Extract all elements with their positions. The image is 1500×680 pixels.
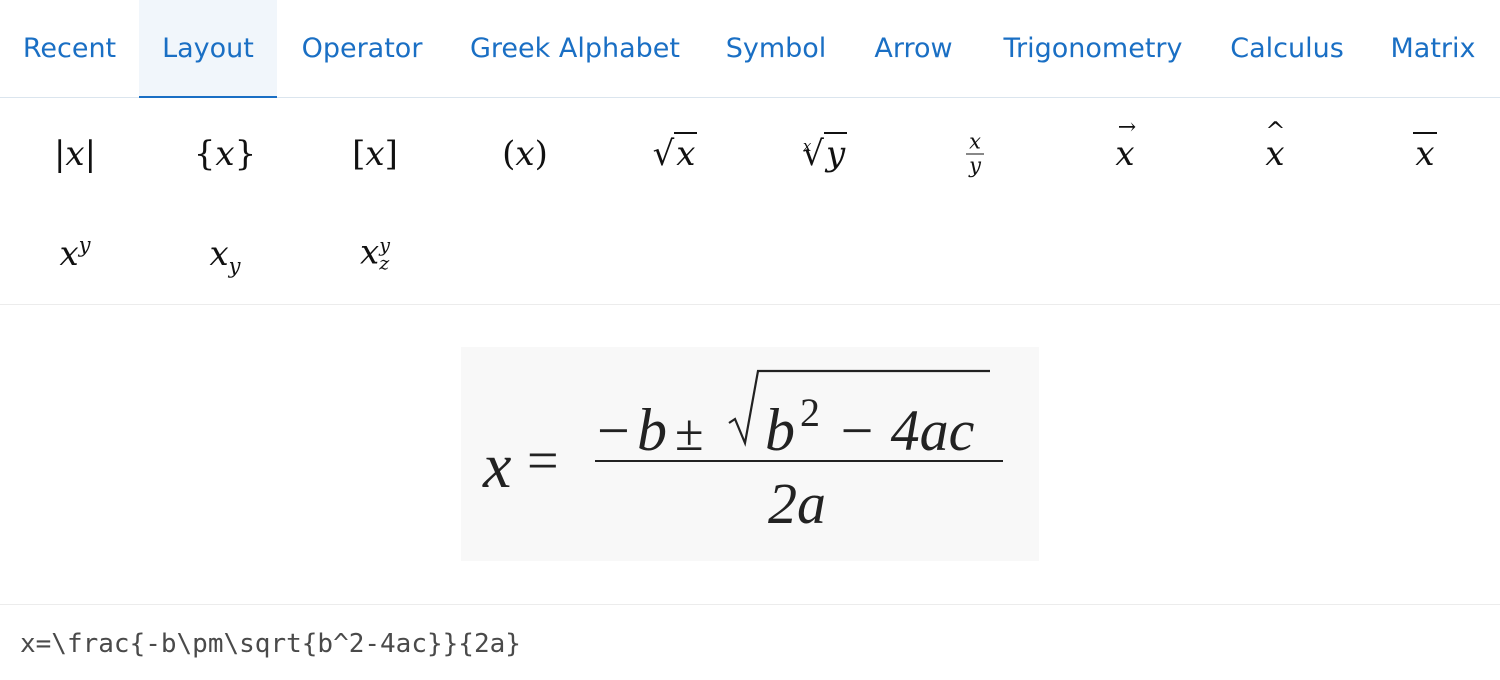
symbol-base: x (59, 234, 79, 274)
root-index: x (802, 137, 812, 155)
braces-button[interactable]: {x} (150, 104, 300, 204)
radical-icon: √ (652, 134, 675, 174)
symbol-base: x (209, 234, 229, 274)
symbol-variable: x (1413, 132, 1437, 174)
symbol-variable: x (365, 134, 385, 174)
equation-lhs: x (482, 430, 511, 501)
latex-editor (0, 604, 1500, 680)
tab-operator[interactable]: Operator (277, 0, 447, 97)
equation-equals: = (527, 430, 559, 492)
fraction-numerator: x (966, 131, 984, 155)
category-tabs: Recent Layout Operator Greek Alphabet Sy… (0, 0, 1500, 98)
plus-minus: ± (675, 405, 704, 462)
symbol-variable: x (515, 134, 535, 174)
hat-button[interactable]: ^ x (1200, 104, 1350, 204)
numerator-minus: − (597, 398, 630, 463)
fraction-denominator: y (969, 153, 981, 178)
tab-greek-alphabet[interactable]: Greek Alphabet (447, 0, 703, 97)
symbol-variable: x (674, 132, 698, 174)
nth-root-button[interactable]: x√y (750, 104, 900, 204)
vector-arrow-icon: → (1117, 115, 1137, 140)
tab-recent[interactable]: Recent (0, 0, 139, 97)
subscript-button[interactable]: xy (150, 204, 300, 304)
denominator: 2a (768, 471, 826, 536)
tab-matrix[interactable]: Matrix (1366, 0, 1500, 97)
radicand-rest: − 4ac (837, 398, 975, 463)
tab-symbol[interactable]: Symbol (703, 0, 849, 97)
parentheses-button[interactable]: (x) (450, 104, 600, 204)
tab-layout[interactable]: Layout (139, 0, 277, 98)
symbol-subscript: y (228, 254, 241, 278)
tab-calculus[interactable]: Calculus (1208, 0, 1366, 97)
symbol-subscript: z (379, 252, 390, 275)
superscript-button[interactable]: xy (0, 204, 150, 304)
symbol-variable: x (65, 134, 85, 174)
tab-trigonometry[interactable]: Trigonometry (978, 0, 1208, 97)
overline-button[interactable]: x (1350, 104, 1500, 204)
latex-input[interactable] (20, 622, 1480, 666)
symbol-superscript: y (78, 233, 91, 257)
equation-preview: x = − b ± b 2 − 4ac 2a (461, 347, 1039, 561)
radicand-b: b (765, 397, 795, 463)
square-brackets-button[interactable]: [x] (300, 104, 450, 204)
symbol-base: x (360, 232, 380, 273)
absolute-value-button[interactable]: |x| (0, 104, 150, 204)
hat-icon: ^ (1265, 117, 1286, 145)
fraction-button[interactable]: x y (900, 104, 1050, 204)
symbol-variable: x (215, 134, 235, 174)
radicand-exponent: 2 (800, 390, 820, 435)
numerator-b: b (637, 397, 667, 463)
symbol-variable: y (823, 132, 848, 174)
layout-symbol-palette: |x| {x} [x] (x) √x x√y x y → x ^ x x xy … (0, 98, 1500, 305)
rendered-equation: x = − b ± b 2 − 4ac 2a (482, 369, 1003, 536)
square-root-button[interactable]: √x (600, 104, 750, 204)
tab-arrow[interactable]: Arrow (849, 0, 978, 97)
symbol-variable: x (1115, 134, 1135, 174)
sub-superscript-button[interactable]: x y z (300, 204, 450, 304)
vector-button[interactable]: → x (1050, 104, 1200, 204)
